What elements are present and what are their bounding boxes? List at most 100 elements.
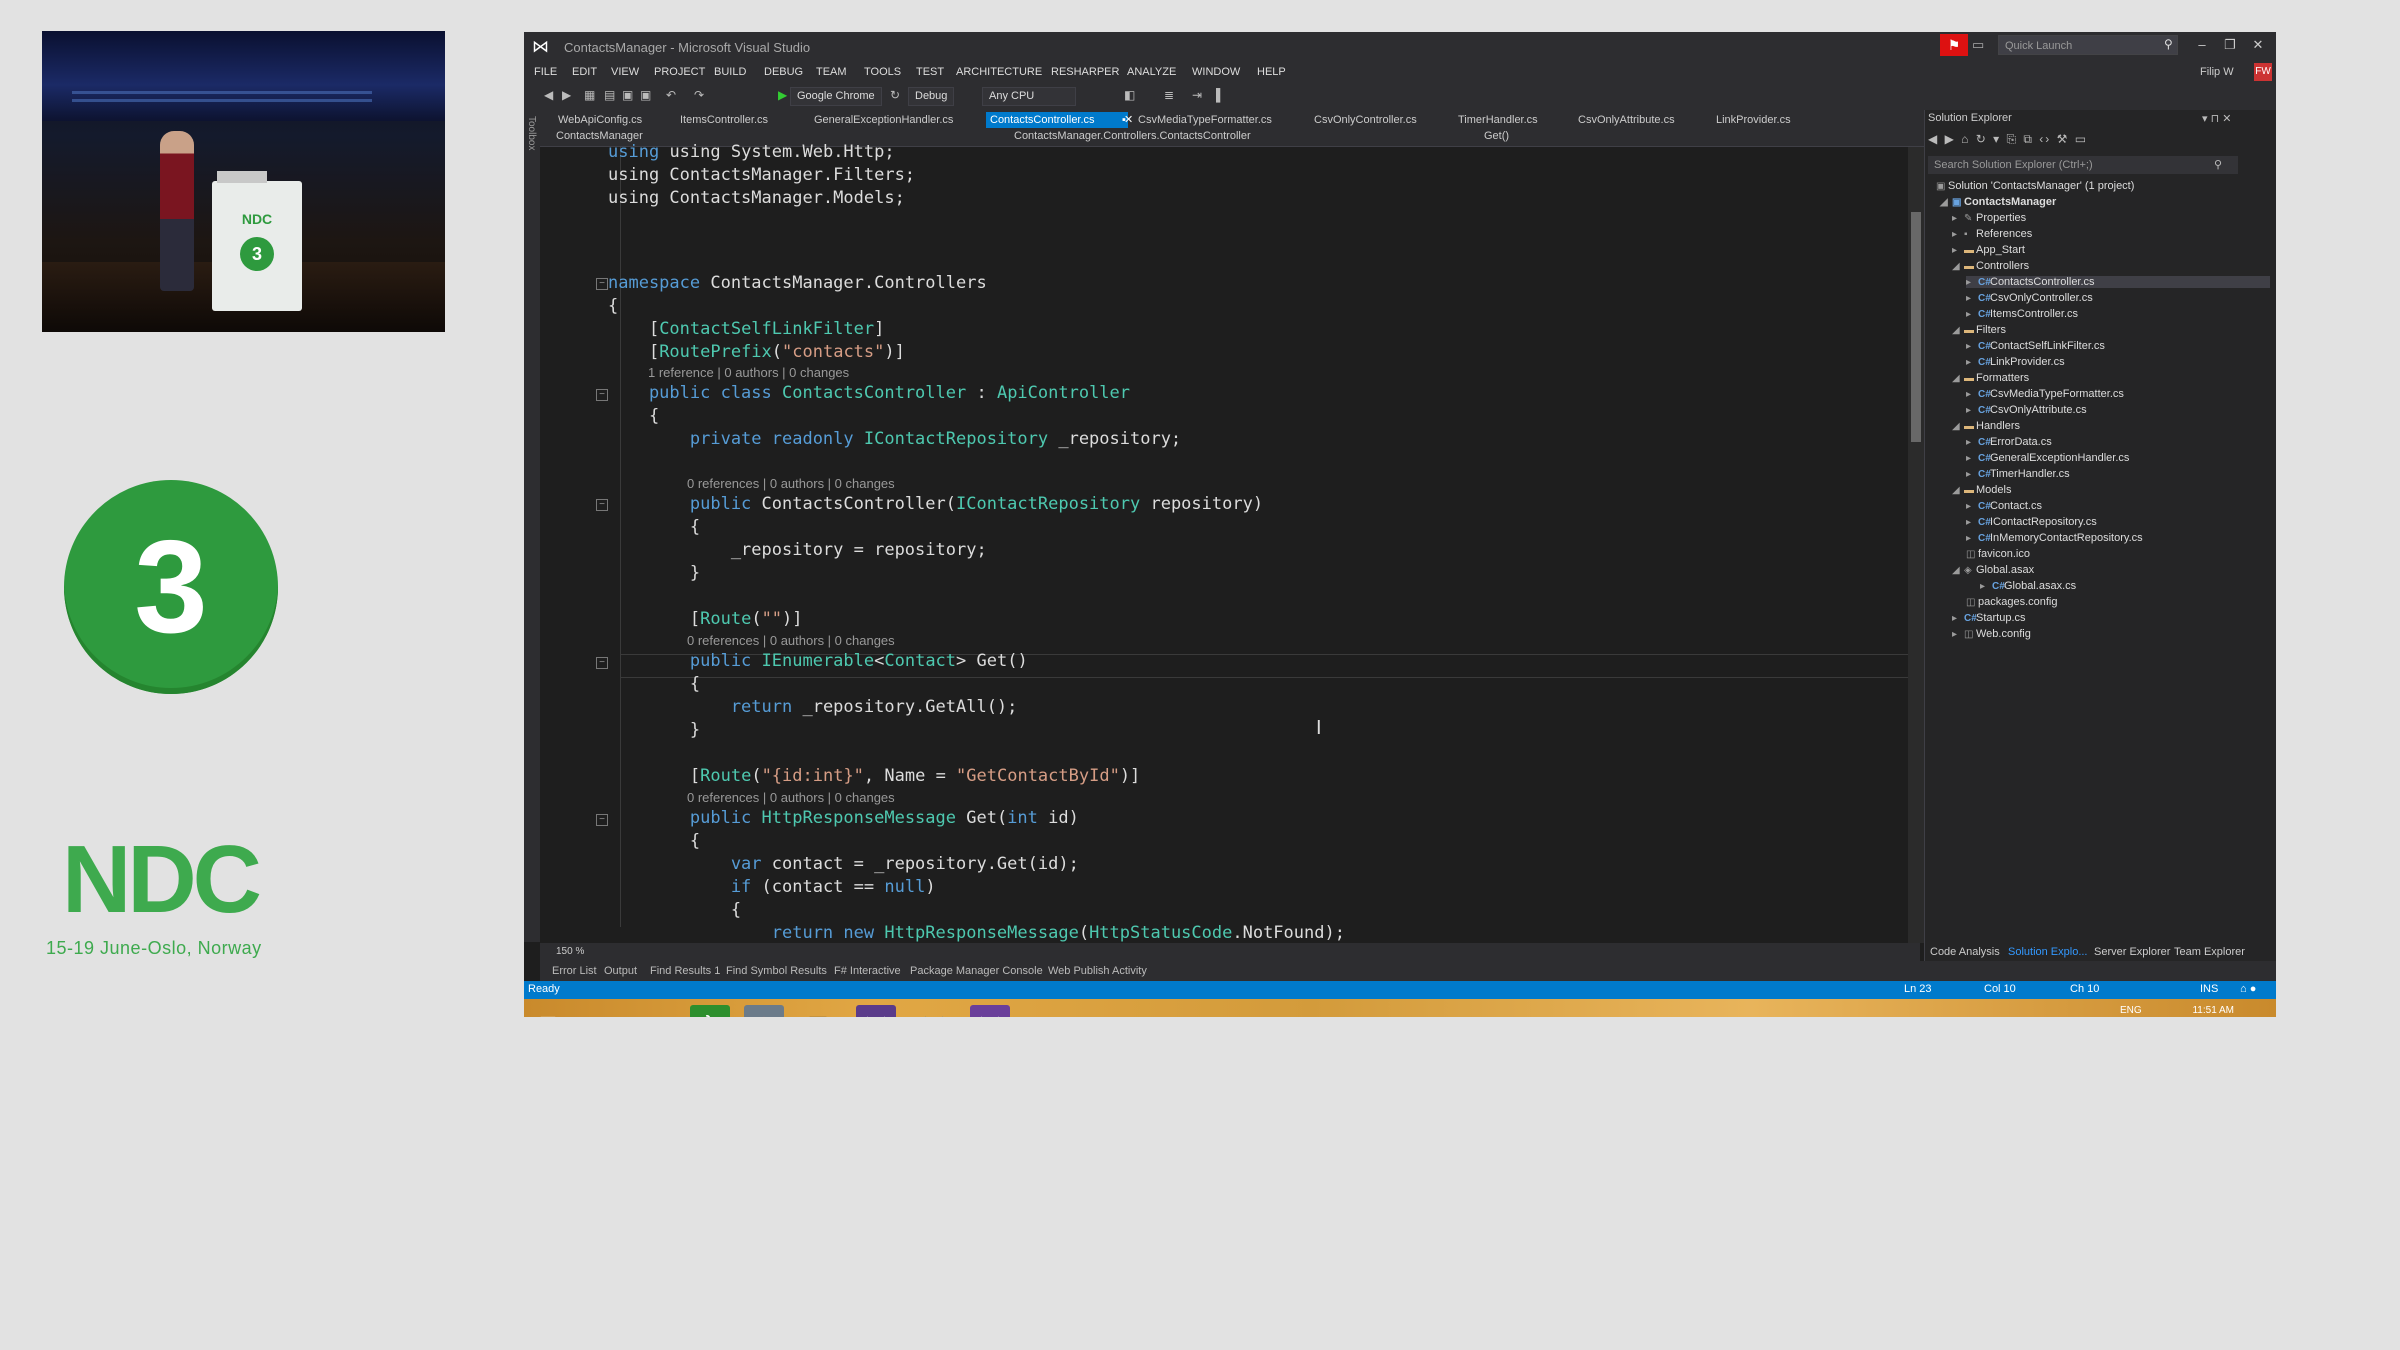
tree-item[interactable]: ◢ ◈ Global.asax [1952, 564, 2034, 576]
code-line[interactable]: _repository = repository; [608, 538, 987, 562]
zoom-level[interactable]: 150 % [556, 946, 584, 957]
tab-package-manager-console[interactable]: Package Manager Console [910, 965, 1043, 977]
code-line[interactable]: using ContactsManager.Filters; [608, 163, 915, 187]
vs-code-icon[interactable]: ⋈ [914, 1005, 954, 1017]
tree-item[interactable]: ▸ C#CsvOnlyAttribute.cs [1966, 404, 2087, 416]
tab-contactscontroller[interactable]: ContactsController.cs [986, 112, 1128, 128]
tree-item[interactable]: ▸ C#ErrorData.cs [1966, 436, 2052, 448]
scrollbar-thumb[interactable] [1911, 212, 1921, 442]
code-line[interactable]: { [608, 515, 700, 539]
menu-edit[interactable]: EDIT [572, 66, 597, 78]
collapse-toggle[interactable]: − [596, 389, 608, 401]
tree-item[interactable]: ▣ Solution 'ContactsManager' (1 project) [1936, 180, 2134, 192]
tab-csvonlyattribute[interactable]: CsvOnlyAttribute.cs [1574, 112, 1679, 128]
menu-project[interactable]: PROJECT [654, 66, 705, 78]
lambda-app-icon[interactable]: λ [690, 1005, 730, 1017]
tab-itemscontroller[interactable]: ItemsController.cs [676, 112, 772, 128]
start-debug-icon[interactable]: ▶ [778, 88, 787, 102]
tree-item[interactable]: ▸ C#LinkProvider.cs [1966, 356, 2065, 368]
bookmark-icon[interactable]: ▌ [1216, 88, 1225, 102]
tab-code-analysis[interactable]: Code Analysis [1930, 946, 2000, 958]
user-name[interactable]: Filip W [2200, 66, 2234, 78]
quick-launch-input[interactable]: Quick Launch [1998, 35, 2178, 55]
menu-debug[interactable]: DEBUG [764, 66, 803, 78]
tab-find-results[interactable]: Find Results 1 [650, 965, 720, 977]
undo-icon[interactable]: ↶ [666, 88, 676, 102]
menu-help[interactable]: HELP [1257, 66, 1286, 78]
toolbox-icon[interactable]: Toolbox [526, 116, 537, 150]
run-target-select[interactable]: Google Chrome [790, 87, 882, 106]
panel-options-icon[interactable]: ▾ ⊓ ✕ [2202, 112, 2231, 125]
input-language[interactable]: ENGUS [2120, 1005, 2142, 1017]
tab-error-list[interactable]: Error List [552, 965, 597, 977]
tree-item[interactable]: ▸ ▪ References [1952, 228, 2032, 240]
publish-icon[interactable]: ⌂ ● [2240, 983, 2256, 995]
code-line[interactable]: { [608, 404, 659, 428]
internet-explorer-icon[interactable]: e [582, 1005, 622, 1017]
code-line[interactable]: public IEnumerable<Contact> Get() [608, 649, 1028, 673]
codelens-info[interactable]: 0 references | 0 authors | 0 changes [687, 476, 895, 491]
tree-item[interactable]: ▸ C#CsvMediaTypeFormatter.cs [1966, 388, 2124, 400]
code-line[interactable]: } [608, 561, 700, 585]
code-line[interactable]: public HttpResponseMessage Get(int id) [608, 806, 1079, 830]
tree-item[interactable]: ▸ C#Global.asax.cs [1980, 580, 2076, 592]
tab-server-explorer[interactable]: Server Explorer [2094, 946, 2170, 958]
tree-item[interactable]: ◫ packages.config [1966, 596, 2058, 608]
tree-item[interactable]: ▸ ✎ Properties [1952, 212, 2026, 224]
tab-find-symbol-results[interactable]: Find Symbol Results [726, 965, 827, 977]
code-line[interactable]: return new HttpResponseMessage(HttpStatu… [608, 921, 1345, 945]
code-line[interactable]: var contact = _repository.Get(id); [608, 852, 1079, 876]
comment-icon[interactable]: ≣ [1164, 88, 1174, 102]
tab-fsharp-interactive[interactable]: F# Interactive [834, 965, 901, 977]
code-line[interactable]: { [608, 898, 741, 922]
tree-item[interactable]: ▸ ◫ Web.config [1952, 628, 2031, 640]
tree-item[interactable]: ▸ C#InMemoryContactRepository.cs [1966, 532, 2143, 544]
tree-item[interactable]: ◢ ▬ Handlers [1952, 420, 2020, 432]
collapse-toggle[interactable]: − [596, 278, 608, 290]
open-file-icon[interactable]: ▤ [604, 88, 615, 102]
tab-csvmediatypeformatter[interactable]: CsvMediaTypeFormatter.cs [1134, 112, 1276, 128]
code-line[interactable]: { [608, 294, 618, 318]
file-explorer-icon[interactable]: ▭ [636, 1005, 676, 1017]
tab-team-explorer[interactable]: Team Explorer [2174, 946, 2245, 958]
indent-icon[interactable]: ⇥ [1192, 88, 1202, 102]
user-avatar[interactable]: FW [2254, 63, 2272, 81]
save-icon[interactable]: ▣ [622, 88, 633, 102]
tab-generalexceptionhandler[interactable]: GeneralExceptionHandler.cs [810, 112, 957, 128]
solution-explorer-toolbar[interactable]: ◀ ▶ ⌂ ↻ ▾ ⎘ ⧉ ‹› ⚒ ▭ [1928, 132, 2088, 147]
save-all-icon[interactable]: ▣ [640, 88, 651, 102]
menu-tools[interactable]: TOOLS [864, 66, 901, 78]
clock[interactable]: 11:51 AM2015-06-18 [2164, 1005, 2234, 1017]
menu-file[interactable]: FILE [534, 66, 557, 78]
menu-test[interactable]: TEST [916, 66, 944, 78]
menu-build[interactable]: BUILD [714, 66, 746, 78]
tree-item[interactable]: ▸ C#IContactRepository.cs [1966, 516, 2097, 528]
platform-select[interactable]: Any CPU [982, 87, 1076, 106]
codelens-info[interactable]: 0 references | 0 authors | 0 changes [687, 790, 895, 805]
tree-item[interactable]: ▸ C#ContactSelfLinkFilter.cs [1966, 340, 2105, 352]
menu-team[interactable]: TEAM [816, 66, 847, 78]
tree-item[interactable]: ◢ ▬ Filters [1952, 324, 2006, 336]
tree-item[interactable]: ▸ C#GeneralExceptionHandler.cs [1966, 452, 2129, 464]
minimize-button[interactable]: – [2192, 37, 2212, 52]
tree-item[interactable]: ◢ ▣ ContactsManager [1940, 196, 2056, 208]
refresh-icon[interactable]: ↻ [890, 88, 900, 102]
menu-resharper[interactable]: RESHARPER [1051, 66, 1119, 78]
code-line[interactable]: return _repository.GetAll(); [608, 695, 1018, 719]
collapse-toggle[interactable]: − [596, 657, 608, 669]
tree-item[interactable]: ▸ C#CsvOnlyController.cs [1966, 292, 2093, 304]
menu-window[interactable]: WINDOW [1192, 66, 1240, 78]
app-icon[interactable]: ▣ [798, 1005, 838, 1017]
code-line[interactable]: [RoutePrefix("contacts")] [608, 340, 905, 364]
tab-output[interactable]: Output [604, 965, 637, 977]
code-line[interactable]: public class ContactsController : ApiCon… [608, 381, 1130, 405]
collapse-toggle[interactable]: − [596, 499, 608, 511]
tree-item[interactable]: ◫ favicon.ico [1966, 548, 2030, 560]
horizontal-scrollbar[interactable] [540, 943, 1920, 961]
tree-item[interactable]: ▸ C#ContactsController.cs [1966, 276, 2270, 288]
back-icon[interactable]: ◀ [544, 88, 553, 102]
tab-webapiconfig[interactable]: WebApiConfig.cs [554, 112, 646, 128]
codelens-info[interactable]: 1 reference | 0 authors | 0 changes [648, 365, 849, 380]
tree-item[interactable]: ▸ C#TimerHandler.cs [1966, 468, 2070, 480]
feedback-icon[interactable]: ▭ [1972, 37, 1984, 53]
